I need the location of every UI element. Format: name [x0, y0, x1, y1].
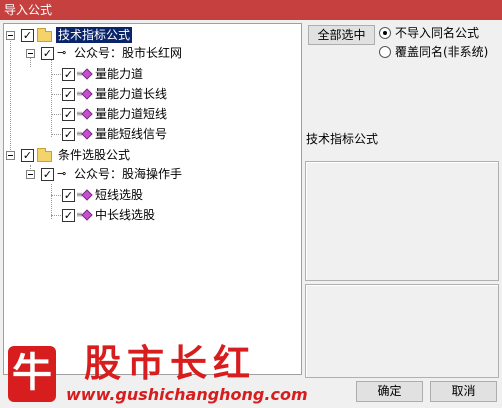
- checkbox[interactable]: ✓: [41, 47, 54, 60]
- tree-node-label[interactable]: 量能力道: [95, 66, 143, 82]
- diamond-icon: [81, 189, 93, 201]
- tree-node-account[interactable]: ✓ ⊸ 公众号：股海操作手: [4, 165, 299, 183]
- tree-node-technical[interactable]: ✓ 技术指标公式: [4, 26, 299, 44]
- tree-line: [51, 94, 61, 95]
- tree-node-label[interactable]: 公众号：股海操作手: [74, 166, 182, 182]
- checkbox[interactable]: ✓: [62, 108, 75, 121]
- no-import-radio[interactable]: [379, 27, 391, 39]
- cancel-button[interactable]: 取消: [430, 381, 497, 402]
- ok-button[interactable]: 确定: [356, 381, 423, 402]
- select-all-button[interactable]: 全部选中: [308, 25, 375, 45]
- detail-panel: [305, 284, 499, 378]
- tree-node-screening[interactable]: ✓ 条件选股公式: [4, 146, 299, 164]
- tree-node-label[interactable]: 量能短线信号: [95, 126, 167, 142]
- checkbox[interactable]: ✓: [41, 168, 54, 181]
- diamond-icon: [81, 108, 93, 120]
- tree-line: [51, 195, 61, 196]
- tree-line: [51, 134, 61, 135]
- tree-node-label[interactable]: 技术指标公式: [56, 27, 133, 43]
- tree-line: [51, 114, 61, 115]
- title-bar: 导入公式: [0, 0, 502, 20]
- info-header-panel: 技术指标公式: [305, 129, 499, 158]
- formula-tree[interactable]: ✓ 技术指标公式 ✓ ⊸ 公众号：股市长红网 ✓ ≡ 量能力道 ✓ ≡ 量能力道…: [3, 23, 302, 375]
- tree-leaf[interactable]: ✓ ≡ 量能短线信号: [4, 125, 299, 143]
- overwrite-radio[interactable]: [379, 46, 391, 58]
- collapse-icon[interactable]: [26, 49, 35, 58]
- tree-node-label[interactable]: 中长线选股: [95, 207, 155, 223]
- checkbox[interactable]: ✓: [62, 209, 75, 222]
- tree-leaf[interactable]: ✓ ≡ 量能力道长线: [4, 85, 299, 103]
- tree-leaf[interactable]: ✓ ≡ 短线选股: [4, 186, 299, 204]
- diamond-icon: [81, 209, 93, 221]
- logo-char: 牛: [12, 350, 52, 396]
- tree-node-label[interactable]: 条件选股公式: [58, 147, 130, 163]
- diamond-icon: [81, 88, 93, 100]
- window-title: 导入公式: [4, 3, 53, 17]
- checkbox[interactable]: ✓: [21, 29, 34, 42]
- key-icon: ⊸: [57, 46, 67, 59]
- checkbox[interactable]: ✓: [21, 149, 34, 162]
- tree-line: [51, 74, 61, 75]
- tree-leaf[interactable]: ✓ ≡ 量能力道: [4, 65, 299, 83]
- checkbox[interactable]: ✓: [62, 128, 75, 141]
- tree-leaf[interactable]: ✓ ≡ 中长线选股: [4, 206, 299, 224]
- key-icon: ⊸: [57, 167, 67, 180]
- info-title: 技术指标公式: [306, 132, 379, 146]
- website-url: www.gushichanghong.com: [66, 385, 308, 404]
- collapse-icon[interactable]: [26, 170, 35, 179]
- tree-node-label[interactable]: 量能力道长线: [95, 86, 167, 102]
- diamond-icon: [81, 68, 93, 80]
- diamond-icon: [81, 128, 93, 140]
- overwrite-label[interactable]: 覆盖同名(非系统): [395, 45, 488, 59]
- collapse-icon[interactable]: [6, 31, 15, 40]
- collapse-icon[interactable]: [6, 151, 15, 160]
- tree-leaf[interactable]: ✓ ≡ 量能力道短线: [4, 105, 299, 123]
- tree-line: [51, 215, 61, 216]
- tree-node-label[interactable]: 量能力道短线: [95, 106, 167, 122]
- folder-icon: [37, 148, 52, 162]
- checkbox[interactable]: ✓: [62, 68, 75, 81]
- tree-node-label[interactable]: 短线选股: [95, 187, 143, 203]
- folder-icon: [37, 28, 52, 42]
- tree-node-account[interactable]: ✓ ⊸ 公众号：股市长红网: [4, 44, 299, 62]
- no-import-label[interactable]: 不导入同名公式: [395, 26, 479, 40]
- tree-node-label[interactable]: 公众号：股市长红网: [74, 45, 182, 61]
- checkbox[interactable]: ✓: [62, 189, 75, 202]
- checkbox[interactable]: ✓: [62, 88, 75, 101]
- brand-text: 股市长红: [84, 341, 256, 385]
- description-panel: [305, 161, 499, 281]
